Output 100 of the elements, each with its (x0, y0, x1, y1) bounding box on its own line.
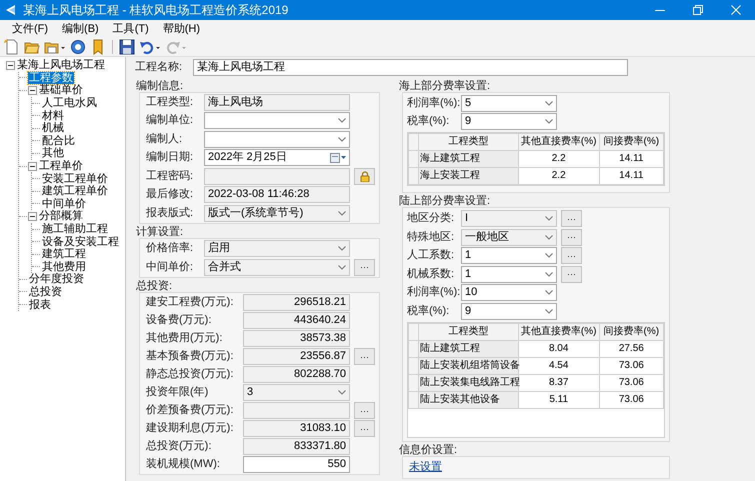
more-button[interactable]: ··· (354, 420, 375, 437)
more-button[interactable]: ··· (354, 258, 375, 276)
text-field[interactable]: 38573.38 (243, 330, 350, 347)
help-icon[interactable] (70, 39, 86, 55)
table-cell: 73.06 (599, 391, 664, 408)
collapse-icon[interactable] (28, 162, 37, 171)
tree-item[interactable]: 材料 (41, 110, 65, 122)
caret-icon (338, 264, 346, 270)
field-label: 税率(%): (407, 304, 450, 318)
text-field[interactable]: 802288.70 (243, 366, 350, 383)
password-field[interactable] (204, 168, 350, 184)
field-label: 编制人: (146, 132, 184, 146)
caret-icon (545, 234, 553, 240)
dropdown-field[interactable]: 9 (461, 302, 557, 320)
text-field[interactable]: 550 (243, 456, 350, 473)
date-field[interactable]: 2022年 2月25日 (204, 149, 350, 166)
field-label: 投资年限(年) (146, 386, 210, 399)
collapse-icon[interactable] (28, 86, 37, 95)
more-button[interactable]: ··· (354, 348, 375, 365)
column-header: 间接费率(%) (599, 134, 664, 150)
tree-item[interactable]: 安装工程单价 (41, 172, 109, 185)
dropdown-field[interactable]: 启用 (204, 240, 350, 257)
tree-item[interactable]: 机械 (41, 122, 65, 134)
text-field[interactable]: 2022-03-08 11:46:28 (204, 186, 350, 203)
table-cell: 73.06 (599, 357, 664, 374)
text-field[interactable]: 833371.80 (243, 438, 350, 455)
tree-item[interactable]: 分部概算 (38, 210, 84, 222)
dropdown-field[interactable]: 1 (461, 266, 557, 282)
lock-icon (360, 170, 370, 182)
text-field[interactable]: 443640.24 (243, 312, 350, 329)
table-cell: 5.11 (518, 391, 600, 408)
tree-item[interactable]: 工程参数 (28, 72, 74, 84)
text-field[interactable]: 某海上风电场工程 (193, 59, 628, 76)
dropdown-field[interactable] (204, 130, 350, 148)
save-icon[interactable] (119, 39, 135, 55)
tree-item[interactable]: 中间单价 (41, 198, 87, 210)
close-icon[interactable] (731, 5, 741, 15)
menu-item[interactable]: 编制(B) (56, 22, 105, 36)
dropdown-field[interactable]: 合并式 (204, 258, 350, 276)
text-field[interactable]: 296518.21 (243, 294, 350, 311)
tree-item[interactable]: 分年度投资 (28, 273, 85, 286)
field-label: 人工系数: (407, 249, 456, 262)
caret-icon (338, 246, 346, 251)
more-button[interactable]: ··· (561, 247, 582, 264)
menu-item[interactable]: 工具(T) (106, 22, 155, 36)
more-button[interactable]: ··· (561, 228, 582, 246)
dropdown-field[interactable]: 一般地区 (461, 228, 557, 246)
text-field[interactable]: 23556.87 (243, 348, 350, 365)
tree-item[interactable]: 其他费用 (41, 260, 87, 273)
field-label: 利润率(%): (407, 96, 459, 110)
field-label: 编制单位: (146, 114, 194, 127)
text-field[interactable] (243, 402, 350, 419)
more-button[interactable]: ··· (561, 266, 582, 282)
tree-item[interactable]: 基础单价 (38, 84, 84, 96)
tree-item[interactable]: 配合比 (41, 134, 76, 147)
tree-item[interactable]: 总投资 (28, 286, 63, 298)
more-button[interactable]: ··· (561, 210, 582, 227)
lock-button[interactable] (354, 168, 375, 184)
new-file-icon[interactable] (4, 39, 20, 55)
text-field[interactable]: 31083.10 (243, 420, 350, 437)
tree-item[interactable]: 施工辅助工程 (41, 223, 109, 236)
undo-icon[interactable] (139, 39, 161, 55)
caret-icon (545, 119, 553, 124)
collapse-icon[interactable] (6, 60, 15, 70)
tree-item[interactable]: 工程单价 (38, 160, 84, 172)
dropdown-field[interactable]: 10 (461, 284, 557, 301)
dropdown-field[interactable]: I (461, 210, 557, 227)
menu-item[interactable]: 文件(F) (6, 22, 54, 36)
dropdown-field[interactable]: 3 (243, 384, 350, 401)
field-label: 建设期利息(万元): (146, 422, 234, 435)
table-cell: 73.06 (599, 374, 664, 391)
tree-item[interactable]: 建筑工程单价 (41, 185, 109, 198)
table-cell: 海上安装工程 (418, 168, 518, 184)
caret-icon (338, 118, 346, 123)
app-icon (5, 4, 17, 16)
collapse-icon[interactable] (28, 212, 37, 221)
field-label: 税率(%): (407, 115, 450, 128)
caret-icon (338, 390, 346, 395)
tree-item[interactable]: 其他 (41, 147, 65, 160)
tree-item[interactable]: 某海上风电场工程 (16, 59, 106, 72)
table-cell: 2.2 (518, 168, 600, 184)
tree-item[interactable]: 人工电水风 (41, 97, 98, 110)
dropdown-field[interactable] (204, 112, 350, 129)
dropdown-field[interactable]: 版式一(系统章节号) (204, 204, 350, 222)
tree-item[interactable]: 设备及安装工程 (41, 236, 120, 248)
dropdown-field[interactable]: 5 (461, 94, 557, 112)
dropdown-field[interactable]: 1 (461, 247, 557, 264)
menu-item[interactable]: 帮助(H) (156, 22, 206, 36)
field-label: 特殊地区: (407, 230, 456, 244)
more-button[interactable]: ··· (354, 402, 375, 419)
field-label: 价差预备费(万元): (146, 404, 234, 417)
restore-icon[interactable] (693, 5, 703, 15)
tree-item[interactable]: 报表 (28, 298, 52, 311)
text-field[interactable]: 海上风电场 (204, 94, 350, 110)
tree-item[interactable]: 建筑工程 (41, 248, 87, 260)
field-label: 编制日期: (146, 151, 194, 164)
field-label: 静态总投资(万元): (146, 368, 234, 381)
dropdown-field[interactable]: 9 (461, 113, 557, 130)
setup-link[interactable]: 未设置 (409, 460, 442, 474)
group-title: 海上部分费率设置: (399, 80, 492, 92)
